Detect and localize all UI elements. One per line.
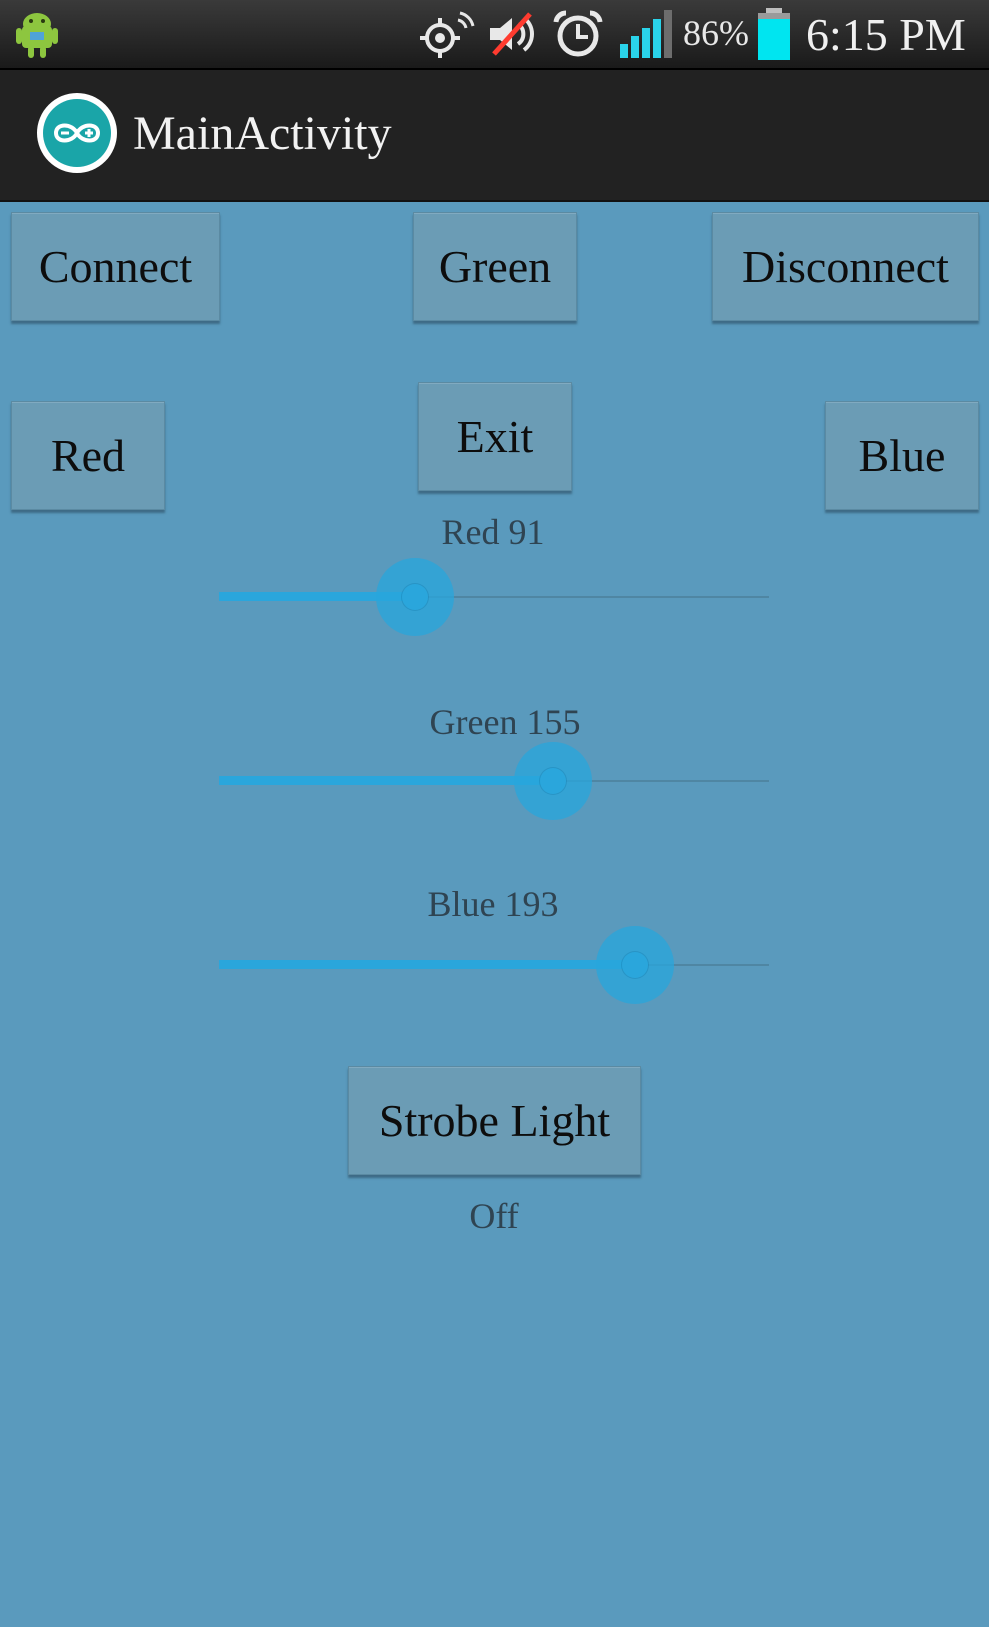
- red-seekbar[interactable]: [219, 552, 769, 642]
- arduino-icon[interactable]: [36, 92, 118, 174]
- status-bar: 86% 6:15 PM: [0, 0, 989, 70]
- red-slider-label: Red 91: [441, 512, 545, 552]
- connect-button[interactable]: Connect: [11, 212, 220, 321]
- gps-icon: [420, 11, 475, 58]
- disconnect-button[interactable]: Disconnect: [712, 212, 979, 321]
- seekbar-progress: [219, 776, 554, 785]
- battery-percent: 86%: [683, 13, 749, 53]
- battery-icon: [758, 8, 790, 60]
- strobe-status-label: Off: [469, 1196, 519, 1236]
- exit-button[interactable]: Exit: [418, 382, 572, 491]
- alarm-icon: [553, 10, 603, 57]
- android-icon: [16, 13, 58, 58]
- signal-icon: [620, 10, 672, 58]
- seekbar-progress: [219, 960, 636, 969]
- app-title: MainActivity: [133, 107, 392, 160]
- strobe-light-button[interactable]: Strobe Light: [348, 1066, 641, 1175]
- volume-muted-icon: [490, 12, 534, 56]
- green-button[interactable]: Green: [413, 212, 577, 321]
- blue-slider-label: Blue 193: [427, 884, 559, 924]
- blue-seekbar[interactable]: [219, 920, 769, 1010]
- blue-button[interactable]: Blue: [825, 401, 979, 510]
- clock-time: 6:15 PM: [806, 9, 966, 60]
- action-bar: MainActivity: [0, 70, 989, 202]
- red-button[interactable]: Red: [11, 401, 165, 510]
- green-seekbar[interactable]: [219, 736, 769, 826]
